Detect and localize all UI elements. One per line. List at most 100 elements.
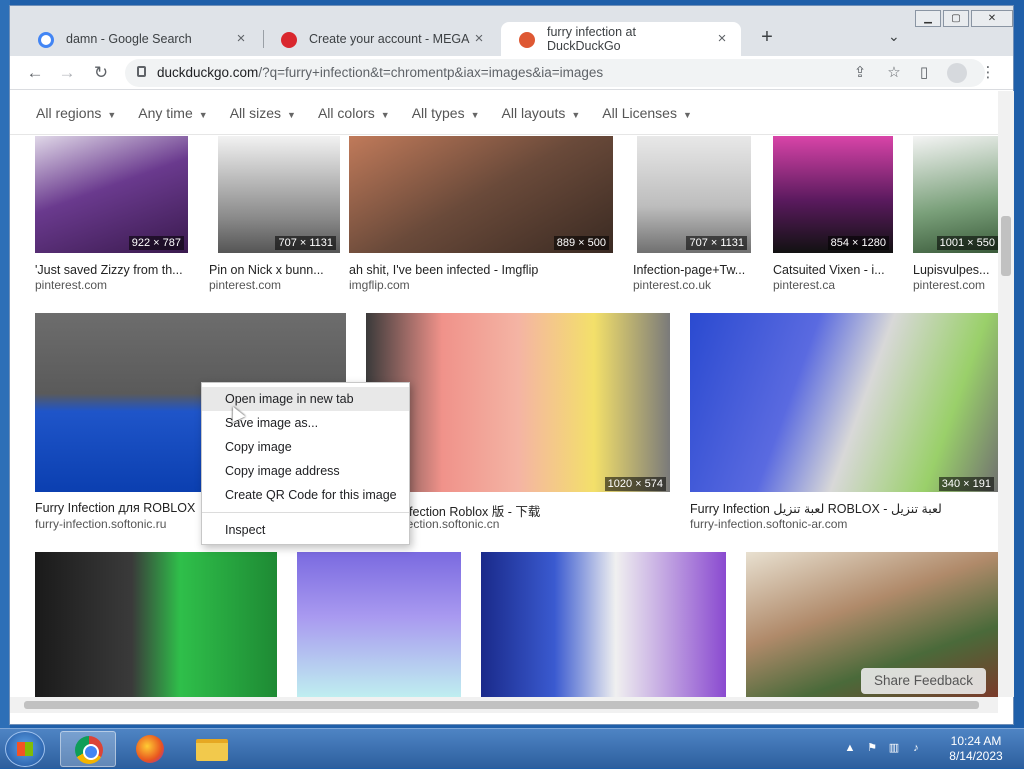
chevron-down-icon[interactable]: ⌄ (888, 28, 900, 45)
browser-toolbar: ← → ↻ duckduckgo.com/?q=furry+infection&… (10, 56, 1013, 90)
url-domain: duckduckgo.com (157, 65, 259, 80)
result-source[interactable]: furry-infection.softonic-ar.com (690, 517, 847, 531)
tab-duckduckgo[interactable]: furry infection at DuckDuckGo × (501, 22, 741, 56)
result-title[interactable]: Infection-page+Tw... (633, 263, 758, 277)
close-window-button[interactable]: ✕ (971, 10, 1013, 27)
taskbar-firefox[interactable] (122, 731, 178, 767)
volume-icon[interactable]: ♪ (910, 742, 922, 754)
action-center-flag-icon[interactable]: ⚑ (866, 742, 878, 754)
filter-label: All regions (36, 104, 102, 121)
tab-strip: damn - Google Search × Create your accou… (10, 6, 1013, 56)
forward-icon[interactable]: → (56, 62, 78, 84)
system-clock[interactable]: 10:24 AM 8/14/2023 (946, 734, 1006, 764)
image-result[interactable]: 340 × 191 (690, 313, 998, 492)
result-source[interactable]: imgflip.com (349, 278, 410, 292)
window-controls: ▁ ▢ ✕ (915, 10, 1013, 27)
start-button[interactable] (5, 731, 45, 767)
menu-divider (202, 512, 409, 513)
result-title[interactable]: 'Just saved Zizzy from th... (35, 263, 195, 277)
result-source[interactable]: pinterest.com (913, 278, 985, 292)
image-result[interactable]: 922 × 787 (35, 136, 188, 253)
windows-logo-icon (17, 742, 33, 756)
new-tab-icon[interactable]: + (755, 26, 779, 50)
back-icon[interactable]: ← (24, 62, 46, 84)
filter-time[interactable]: Any time ▼ (138, 105, 207, 121)
result-title[interactable]: Pin on Nick x bunn... (209, 263, 339, 277)
filter-label: All Licenses (602, 104, 677, 121)
clock-date: 8/14/2023 (949, 749, 1003, 763)
image-result[interactable] (481, 552, 726, 697)
result-source[interactable]: pinterest.co.uk (633, 278, 711, 292)
menu-copy-image[interactable]: Copy image (202, 435, 409, 459)
duckduckgo-icon (519, 32, 535, 48)
result-thumbnail (297, 552, 461, 697)
image-dimensions: 340 × 191 (938, 477, 994, 491)
taskbar-explorer[interactable] (184, 731, 240, 767)
tab-google-search[interactable]: damn - Google Search × (20, 22, 260, 56)
menu-create-qr-code[interactable]: Create QR Code for this image (202, 483, 409, 507)
result-title[interactable]: Lupisvulpes... (913, 263, 998, 277)
result-title[interactable]: Furry Infection для ROBLOX (35, 501, 210, 515)
profile-avatar-icon[interactable] (947, 63, 967, 83)
share-feedback-button[interactable]: Share Feedback (861, 668, 986, 694)
mega-icon (281, 32, 297, 48)
image-result[interactable]: 854 × 1280 (773, 136, 893, 253)
image-result[interactable] (297, 552, 461, 697)
image-result[interactable] (35, 552, 277, 697)
filter-licenses[interactable]: All Licenses ▼ (602, 105, 692, 121)
result-source[interactable]: pinterest.ca (773, 278, 835, 292)
filter-types[interactable]: All types ▼ (412, 105, 480, 121)
result-thumbnail (690, 313, 998, 492)
close-icon[interactable]: × (232, 30, 250, 48)
image-dimensions: 1001 × 550 (936, 236, 998, 250)
result-source[interactable]: furry-infection.softonic.ru (35, 517, 166, 531)
menu-inspect[interactable]: Inspect (202, 518, 409, 542)
close-icon[interactable]: × (470, 30, 488, 48)
tab-mega[interactable]: Create your account - MEGA × (263, 22, 498, 56)
caret-down-icon: ▼ (571, 109, 581, 120)
result-source[interactable]: pinterest.com (35, 278, 107, 292)
image-result[interactable]: 707 × 1131 (218, 136, 340, 253)
scrollbar-thumb[interactable] (1001, 216, 1011, 276)
image-result[interactable]: 707 × 1131 (637, 136, 751, 253)
menu-icon[interactable]: ⋮ (979, 64, 997, 82)
side-panel-icon[interactable]: ▯ (915, 64, 933, 82)
scrollbar-thumb[interactable] (24, 701, 979, 709)
horizontal-scrollbar[interactable] (10, 697, 998, 713)
tab-title: furry infection at DuckDuckGo (547, 25, 636, 53)
result-title[interactable]: Catsuited Vixen - i... (773, 263, 898, 277)
caret-down-icon: ▼ (198, 109, 208, 120)
image-result[interactable]: 889 × 500 (349, 136, 613, 253)
maximize-button[interactable]: ▢ (943, 10, 969, 27)
image-dimensions: 1020 × 574 (604, 477, 666, 491)
filter-label: Any time (138, 104, 193, 121)
reload-icon[interactable]: ↻ (90, 62, 112, 84)
filter-colors[interactable]: All colors ▼ (318, 105, 390, 121)
caret-down-icon: ▼ (287, 109, 296, 120)
share-icon[interactable]: ⇪ (851, 64, 869, 82)
bookmark-star-icon[interactable]: ☆ (885, 64, 903, 82)
close-icon[interactable]: × (713, 30, 731, 48)
url-text: duckduckgo.com/?q=furry+infection&t=chro… (157, 65, 603, 80)
show-hidden-icons-icon[interactable]: ▲ (844, 742, 856, 754)
image-result[interactable]: 1020 × 574 (366, 313, 670, 492)
result-source[interactable]: pinterest.com (209, 278, 281, 292)
caret-down-icon: ▼ (682, 109, 692, 120)
image-dimensions: 707 × 1131 (275, 236, 336, 250)
taskbar-chrome[interactable] (60, 731, 116, 767)
search-results-page: All regions ▼ Any time ▼ All sizes ▼ All co… (10, 91, 998, 697)
image-dimensions: 889 × 500 (553, 236, 609, 250)
result-title[interactable]: Furry Infection لعبة تنزيل ROBLOX - لعبة… (690, 501, 990, 516)
filter-label: All types (411, 104, 465, 121)
minimize-button[interactable]: ▁ (915, 10, 941, 27)
filter-regions[interactable]: All regions ▼ (36, 105, 116, 121)
result-thumbnail (481, 552, 726, 697)
filter-layouts[interactable]: All layouts ▼ (502, 105, 581, 121)
result-title[interactable]: ah shit, I've been infected - Imgflip (349, 263, 619, 277)
menu-copy-image-address[interactable]: Copy image address (202, 459, 409, 483)
vertical-scrollbar[interactable] (998, 91, 1014, 697)
address-bar[interactable]: duckduckgo.com/?q=furry+infection&t=chro… (125, 59, 985, 87)
image-result[interactable]: 1001 × 550 (913, 136, 998, 253)
filter-sizes[interactable]: All sizes ▼ (230, 105, 296, 121)
network-icon[interactable]: ▥ (888, 742, 900, 754)
